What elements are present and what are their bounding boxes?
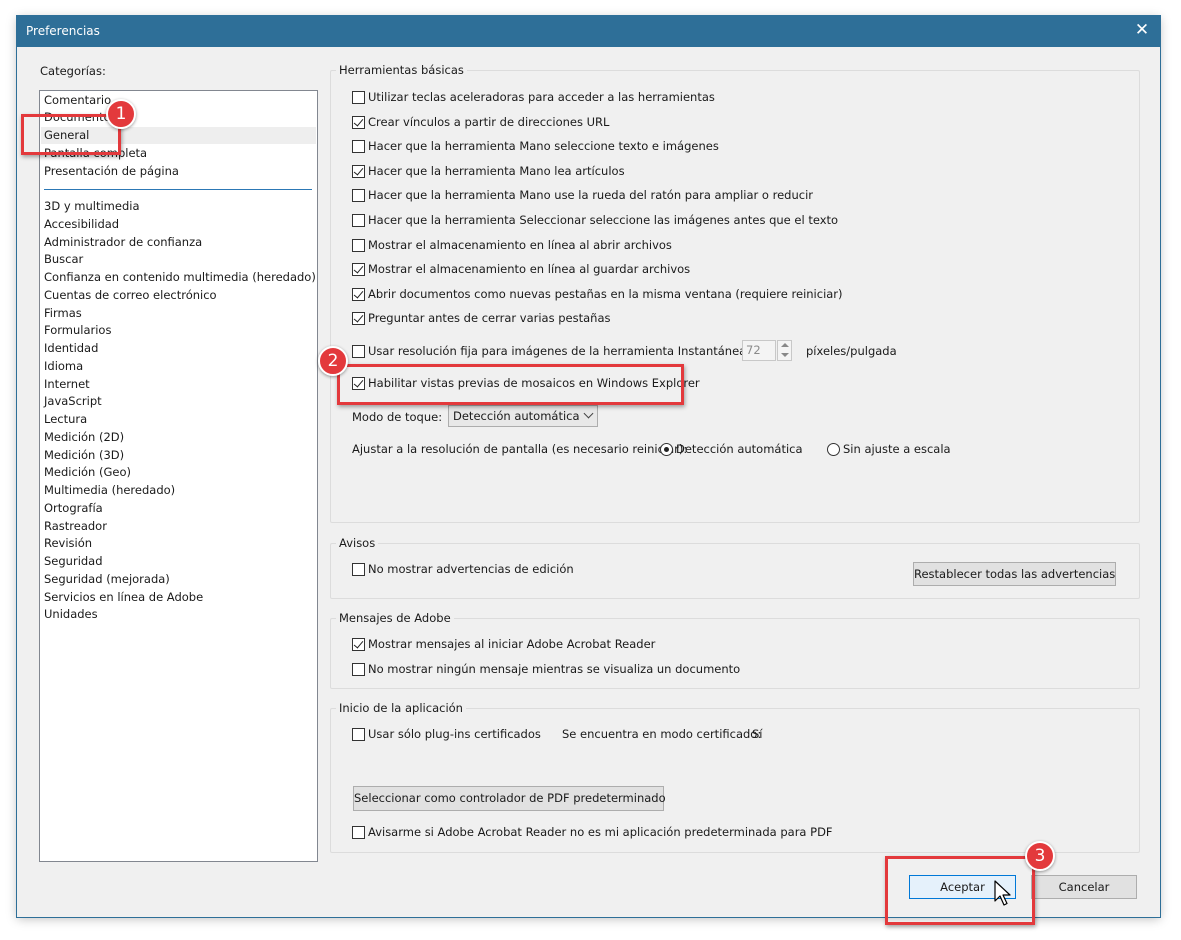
scaling-auto-radio[interactable] bbox=[660, 443, 673, 456]
basic-tools-title: Herramientas básicas bbox=[336, 63, 467, 77]
categories-label: Categorías: bbox=[40, 64, 106, 78]
scaling-none-label: Sin ajuste a escala bbox=[843, 442, 951, 456]
basic-tools-checkbox[interactable] bbox=[352, 189, 365, 203]
basic-tools-checkbox[interactable] bbox=[352, 287, 365, 301]
certified-mode-label: Se encuentra en modo certificado: bbox=[562, 727, 762, 741]
category-item-presentacion[interactable]: Presentación de página bbox=[44, 163, 179, 180]
basic-tools-checkbox[interactable] bbox=[352, 115, 365, 129]
basic-tools-checkbox[interactable] bbox=[352, 164, 365, 178]
annotation-box-1 bbox=[21, 114, 121, 155]
reset-warnings-button[interactable]: Restablecer todas las advertencias bbox=[913, 562, 1116, 586]
notify-default-label: Avisarme si Adobe Acrobat Reader no es m… bbox=[368, 825, 833, 839]
window-title: Preferencias bbox=[26, 24, 100, 38]
annotation-box-3 bbox=[885, 856, 1035, 925]
category-item[interactable]: Medición (Geo) bbox=[44, 464, 131, 481]
basic-tools-checkbox-label: Abrir documentos como nuevas pestañas en… bbox=[368, 286, 843, 301]
app-startup-title: Inicio de la aplicación bbox=[336, 701, 466, 715]
category-item[interactable]: Buscar bbox=[44, 251, 83, 268]
basic-tools-checkbox-label: Mostrar el almacenamiento en línea al gu… bbox=[368, 262, 691, 277]
resolution-unit: píxeles/pulgada bbox=[806, 344, 897, 358]
scaling-none-radio[interactable] bbox=[827, 443, 840, 456]
basic-tools-checkbox[interactable] bbox=[352, 263, 365, 277]
category-item[interactable]: Lectura bbox=[44, 411, 87, 428]
category-item[interactable]: Multimedia (heredado) bbox=[44, 482, 175, 499]
title-bar: Preferencias ✕ bbox=[17, 16, 1160, 47]
chevron-down-icon bbox=[583, 408, 594, 419]
annotation-box-2 bbox=[337, 364, 684, 405]
category-item[interactable]: Seguridad bbox=[44, 553, 103, 570]
basic-tools-checkbox-label: Preguntar antes de cerrar varias pestaña… bbox=[368, 311, 611, 326]
category-item[interactable]: Unidades bbox=[44, 606, 98, 623]
resolution-input[interactable]: 72 bbox=[742, 340, 776, 361]
adobe-messages-group bbox=[330, 618, 1140, 689]
basic-tools-checkbox-label: Hacer que la herramienta Mano use la rue… bbox=[368, 188, 813, 203]
categories-list[interactable]: Comentario Documentos General Pantalla c… bbox=[39, 90, 318, 862]
list-divider bbox=[44, 189, 312, 190]
hide-messages-label: No mostrar ningún mensaje mientras se vi… bbox=[368, 662, 741, 676]
default-pdf-handler-button[interactable]: Seleccionar como controlador de PDF pred… bbox=[353, 786, 666, 811]
basic-tools-checkbox-label: Hacer que la herramienta Seleccionar sel… bbox=[368, 213, 839, 227]
category-item[interactable]: Formularios bbox=[44, 322, 111, 339]
basic-tools-checkbox[interactable] bbox=[352, 312, 365, 326]
basic-tools-checkbox[interactable] bbox=[352, 140, 365, 154]
scaling-label: Ajustar a la resolución de pantalla (es … bbox=[352, 442, 688, 456]
category-item[interactable]: Medición (2D) bbox=[44, 429, 124, 446]
category-item[interactable]: Ortografía bbox=[44, 500, 103, 517]
basic-tools-checkbox[interactable] bbox=[352, 214, 365, 227]
spin-up-icon[interactable] bbox=[781, 343, 789, 347]
category-item[interactable]: Identidad bbox=[44, 340, 98, 357]
category-item[interactable]: Confianza en contenido multimedia (hered… bbox=[44, 269, 316, 286]
annotation-badge-2: 2 bbox=[318, 346, 348, 376]
category-item[interactable]: Cuentas de correo electrónico bbox=[44, 287, 217, 304]
basic-tools-checkbox-label: Crear vínculos a partir de direcciones U… bbox=[368, 114, 610, 129]
basic-tools-checkbox[interactable] bbox=[352, 91, 365, 104]
category-item[interactable]: Seguridad (mejorada) bbox=[44, 571, 170, 588]
touch-mode-label: Modo de toque: bbox=[352, 410, 443, 424]
category-item[interactable]: 3D y multimedia bbox=[44, 198, 140, 215]
certified-plugins-label: Usar sólo plug-ins certificados bbox=[368, 727, 541, 741]
fixed-resolution-checkbox[interactable] bbox=[352, 345, 365, 358]
resolution-spinner[interactable] bbox=[777, 340, 792, 361]
category-item[interactable]: Firmas bbox=[44, 305, 82, 322]
category-item[interactable]: Servicios en línea de Adobe bbox=[44, 589, 203, 606]
touch-mode-value: Detección automática bbox=[453, 409, 580, 423]
close-icon[interactable]: ✕ bbox=[1132, 20, 1152, 40]
annotation-badge-1: 1 bbox=[106, 99, 136, 129]
fixed-resolution-label: Usar resolución fija para imágenes de la… bbox=[368, 344, 751, 358]
spin-down-icon[interactable] bbox=[781, 353, 789, 357]
touch-mode-select[interactable]: Detección automática bbox=[448, 405, 598, 427]
hide-messages-checkbox[interactable] bbox=[352, 663, 365, 676]
cancel-button[interactable]: Cancelar bbox=[1031, 875, 1137, 899]
certified-plugins-checkbox[interactable] bbox=[352, 728, 365, 741]
warnings-title: Avisos bbox=[336, 536, 379, 550]
scaling-auto-label: Detección automática bbox=[676, 442, 803, 456]
show-messages-checkbox[interactable] bbox=[352, 638, 365, 651]
category-item[interactable]: JavaScript bbox=[44, 393, 102, 410]
adobe-messages-title: Mensajes de Adobe bbox=[336, 611, 454, 625]
category-item[interactable]: Accesibilidad bbox=[44, 216, 119, 233]
basic-tools-checkbox-label: Mostrar el almacenamiento en línea al ab… bbox=[368, 237, 672, 252]
category-item[interactable]: Revisión bbox=[44, 535, 92, 552]
annotation-badge-3: 3 bbox=[1025, 841, 1055, 871]
category-item[interactable]: Medición (3D) bbox=[44, 447, 124, 464]
no-edit-warnings-checkbox[interactable] bbox=[352, 563, 365, 576]
category-item-comentario[interactable]: Comentario bbox=[44, 92, 111, 109]
basic-tools-checkbox[interactable] bbox=[352, 238, 365, 252]
no-edit-warnings-label: No mostrar advertencias de edición bbox=[368, 562, 574, 576]
show-messages-label: Mostrar mensajes al iniciar Adobe Acroba… bbox=[368, 637, 656, 651]
basic-tools-checkbox-label: Utilizar teclas aceleradoras para accede… bbox=[368, 90, 715, 104]
notify-default-checkbox[interactable] bbox=[352, 826, 365, 839]
certified-mode-value: Sí bbox=[752, 727, 763, 741]
category-item[interactable]: Rastreador bbox=[44, 518, 107, 535]
category-item[interactable]: Idioma bbox=[44, 358, 83, 375]
category-item[interactable]: Internet bbox=[44, 376, 90, 393]
category-item[interactable]: Administrador de confianza bbox=[44, 234, 202, 251]
basic-tools-checkbox-label: Hacer que la herramienta Mano lea artícu… bbox=[368, 163, 625, 178]
basic-tools-checkbox-label: Hacer que la herramienta Mano seleccione… bbox=[368, 139, 719, 154]
